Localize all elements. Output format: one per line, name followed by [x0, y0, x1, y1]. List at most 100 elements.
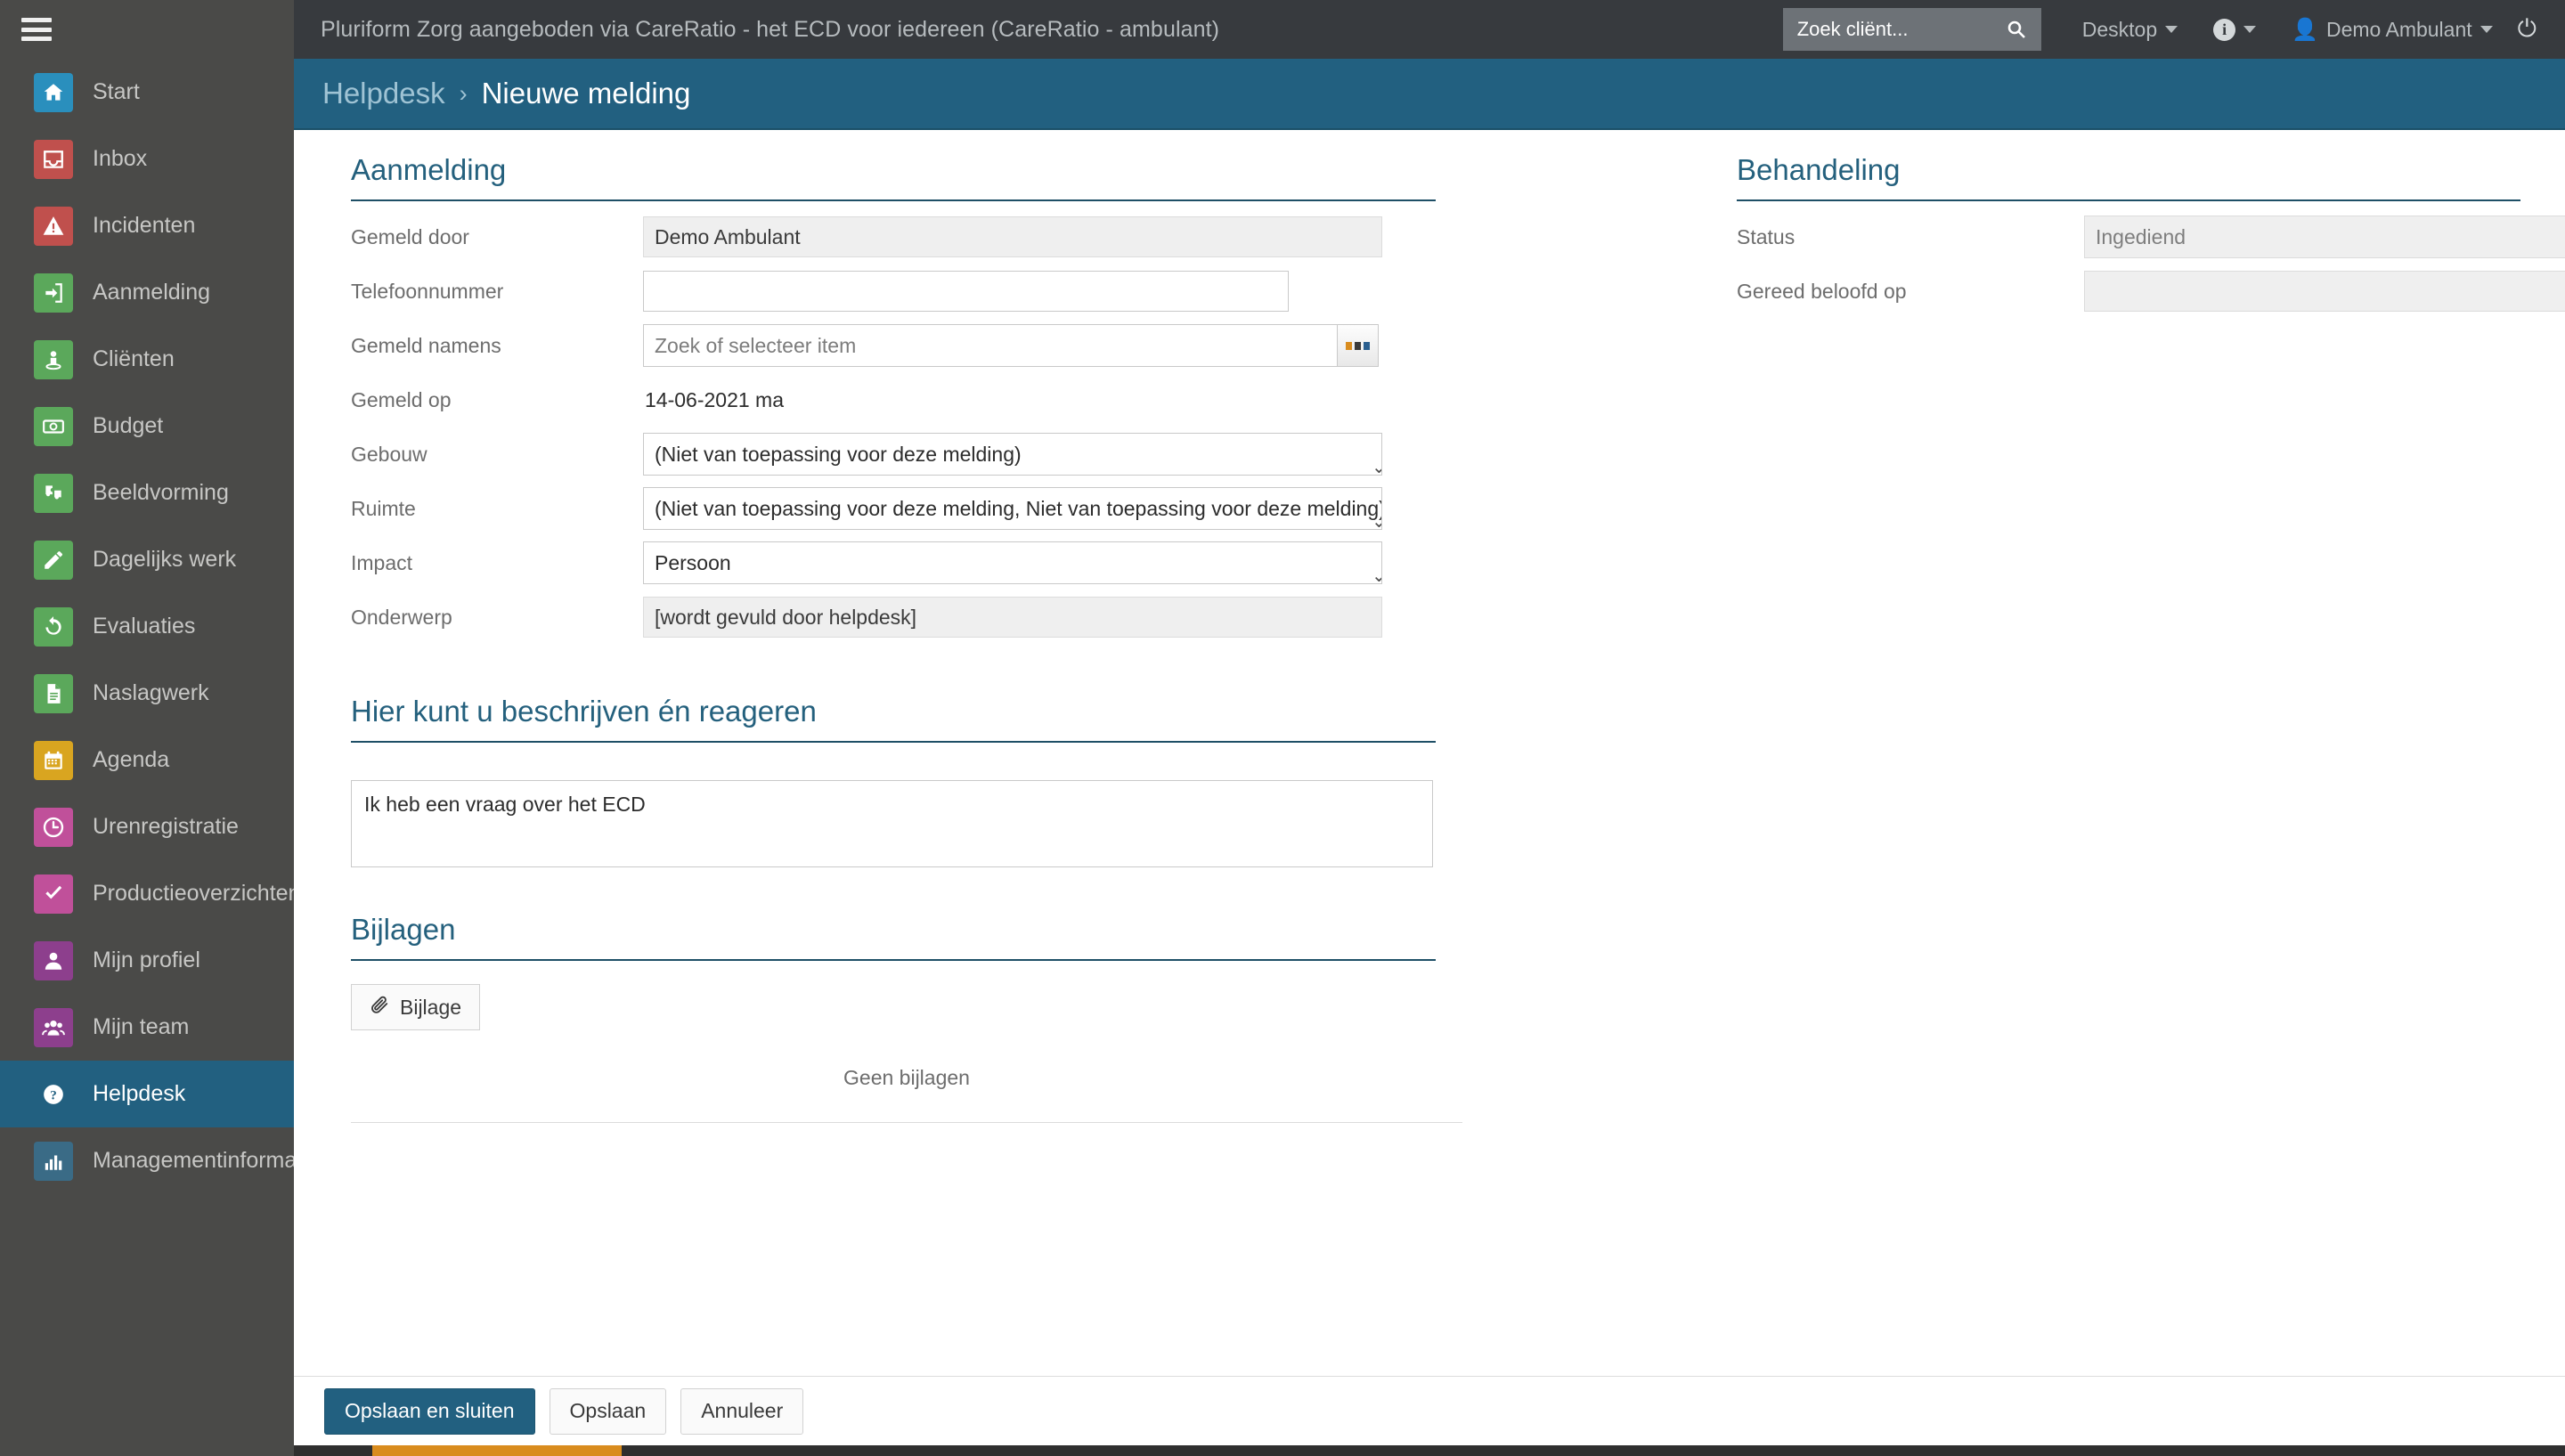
calendar-icon: [34, 740, 73, 780]
power-icon[interactable]: ⏻: [2511, 15, 2544, 44]
gebouw-select[interactable]: (Niet van toepassing voor deze melding) …: [643, 433, 1382, 476]
field-label: Status: [1737, 224, 1796, 248]
sidebar-item-incidenten[interactable]: Incidenten: [0, 192, 294, 259]
impact-select[interactable]: Persoon ⌄: [643, 541, 1382, 584]
divider: [1737, 199, 2520, 201]
field-label: Onderwerp: [351, 605, 452, 629]
breadcrumb-parent[interactable]: Helpdesk: [322, 77, 445, 110]
sidebar-item-productieoverzichten[interactable]: Productieoverzichten: [0, 860, 294, 927]
add-attachment-label: Bijlage: [400, 995, 462, 1019]
save-and-close-button[interactable]: Opslaan en sluiten: [324, 1387, 535, 1435]
field-label: Impact: [351, 550, 413, 574]
form-footer: Opslaan en sluiten Opslaan Annuleer: [294, 1376, 2565, 1445]
question-icon: ?: [34, 1075, 73, 1114]
sidebar-item-naslagwerk[interactable]: Naslagwerk: [0, 660, 294, 727]
sidebar-item-mijn-team[interactable]: Mijn team: [0, 994, 294, 1061]
top-bar: Pluriform Zorg aangeboden via CareRatio …: [0, 0, 2565, 59]
behandeling-panel: Behandeling Status Ingediend ⌄ Gereed be…: [1737, 132, 2565, 321]
check-icon: [34, 874, 73, 914]
chevron-down-icon: [2165, 26, 2178, 33]
sidebar-item-label: Start: [93, 79, 140, 104]
chevron-down-icon: [2243, 26, 2257, 33]
sidebar-item-aanmelding[interactable]: Aanmelding: [0, 259, 294, 326]
field-label: Gemeld op: [351, 387, 452, 411]
cancel-button[interactable]: Annuleer: [680, 1387, 804, 1435]
money-icon: [34, 406, 73, 446]
sidebar-item-cli-nten[interactable]: Cliënten: [0, 326, 294, 393]
search-box[interactable]: [1782, 8, 2041, 51]
search-icon[interactable]: [2006, 19, 2027, 45]
field-status: Status Ingediend ⌄: [1737, 212, 2565, 262]
sidebar-item-label: Managementinformatie: [93, 1148, 294, 1173]
gemeld-door-value: Demo Ambulant: [643, 216, 1382, 257]
hamburger-icon[interactable]: [21, 18, 52, 41]
sidebar-item-inbox[interactable]: Inbox: [0, 126, 294, 192]
field-label: Gemeld door: [351, 224, 469, 248]
user-menu[interactable]: 👤 Demo Ambulant: [2274, 0, 2511, 59]
sidebar-item-start[interactable]: Start: [0, 59, 294, 126]
divider: [351, 741, 1436, 743]
desktop-menu[interactable]: Desktop: [2064, 0, 2195, 59]
ruimte-select[interactable]: (Niet van toepassing voor deze melding, …: [643, 487, 1382, 530]
gereed-beloofd-input[interactable]: [2084, 271, 2565, 312]
field-label: Gebouw: [351, 442, 428, 466]
sidebar-header: [0, 0, 294, 59]
status-selected-value: Ingediend: [2096, 224, 2186, 248]
impact-selected-value: Persoon: [655, 550, 731, 574]
gemeld-namens-input[interactable]: Zoek of selecteer item: [643, 324, 1338, 367]
clock-icon: [34, 807, 73, 847]
info-icon: i: [2213, 18, 2236, 41]
field-gemeld-op: Gemeld op 14-06-2021 ma: [322, 375, 1436, 425]
search-input[interactable]: [1795, 17, 2000, 42]
sidebar-item-label: Mijn team: [93, 1014, 190, 1039]
sidebar-item-budget[interactable]: Budget: [0, 393, 294, 460]
beschrijving-textarea[interactable]: Ik heb een vraag over het ECD: [351, 780, 1433, 867]
bottom-strip: [0, 1445, 2565, 1456]
sidebar-item-label: Dagelijks werk: [93, 547, 237, 572]
refresh-icon: [34, 606, 73, 647]
document-icon: [34, 673, 73, 713]
sidebar-item-helpdesk[interactable]: ? Helpdesk: [0, 1061, 294, 1127]
breadcrumb-separator-icon: ›: [459, 79, 468, 107]
sidebar-item-beeldvorming[interactable]: Beeldvorming: [0, 460, 294, 526]
sidebar-item-managementinformatie[interactable]: Managementinformatie: [0, 1127, 294, 1194]
sidebar-item-label: Inbox: [93, 146, 148, 171]
sidebar-item-label: Mijn profiel: [93, 948, 200, 972]
telefoonnummer-input[interactable]: [643, 271, 1289, 312]
divider: [351, 199, 1436, 201]
sidebar-item-urenregistratie[interactable]: Urenregistratie: [0, 793, 294, 860]
bottom-strip-sidebar: [0, 1445, 294, 1456]
ellipsis-icon[interactable]: [1338, 324, 1379, 367]
content-area: Aanmelding Gemeld door Demo Ambulant Tel…: [294, 132, 2565, 1379]
status-select[interactable]: Ingediend ⌄: [2084, 216, 2565, 258]
field-gemeld-namens: Gemeld namens Zoek of selecteer item: [322, 321, 1436, 370]
person-icon: [34, 339, 73, 379]
divider: [351, 959, 1436, 961]
sidebar-item-label: Beeldvorming: [93, 480, 229, 505]
top-bar-actions: Desktop i 👤 Demo Ambulant ⏻: [1782, 0, 2565, 59]
sidebar-item-mijn-profiel[interactable]: Mijn profiel: [0, 927, 294, 994]
sidebar-item-label: Helpdesk: [93, 1081, 186, 1106]
info-menu[interactable]: i: [2195, 0, 2274, 59]
field-label: Gemeld namens: [351, 333, 501, 357]
sidebar-item-label: Agenda: [93, 747, 170, 772]
puzzle-icon: [34, 473, 73, 513]
field-label: Ruimte: [351, 496, 416, 520]
warning-icon: [34, 206, 73, 246]
sidebar-item-agenda[interactable]: Agenda: [0, 727, 294, 793]
aanmelding-title: Aanmelding: [351, 153, 507, 186]
add-attachment-button[interactable]: Bijlage: [351, 984, 481, 1030]
field-gemeld-door: Gemeld door Demo Ambulant: [322, 212, 1436, 262]
gemeld-op-value: 14-06-2021 ma: [645, 387, 784, 411]
sidebar-item-label: Aanmelding: [93, 280, 211, 305]
app-title: Pluriform Zorg aangeboden via CareRatio …: [321, 16, 1220, 42]
field-ruimte: Ruimte (Niet van toepassing voor deze me…: [322, 484, 1436, 533]
sidebar-item-dagelijks-werk[interactable]: Dagelijks werk: [0, 526, 294, 593]
paperclip-icon: [370, 995, 389, 1020]
save-button[interactable]: Opslaan: [549, 1387, 667, 1435]
sidebar: Start Inbox Incidenten Aanmelding Cliënten Bu…: [0, 59, 294, 1456]
sidebar-item-evaluaties[interactable]: Evaluaties: [0, 593, 294, 660]
gebouw-selected-value: (Niet van toepassing voor deze melding): [655, 442, 1022, 466]
field-gereed-beloofd-op: Gereed beloofd op: [1737, 266, 2565, 316]
sidebar-item-label: Incidenten: [93, 213, 196, 238]
